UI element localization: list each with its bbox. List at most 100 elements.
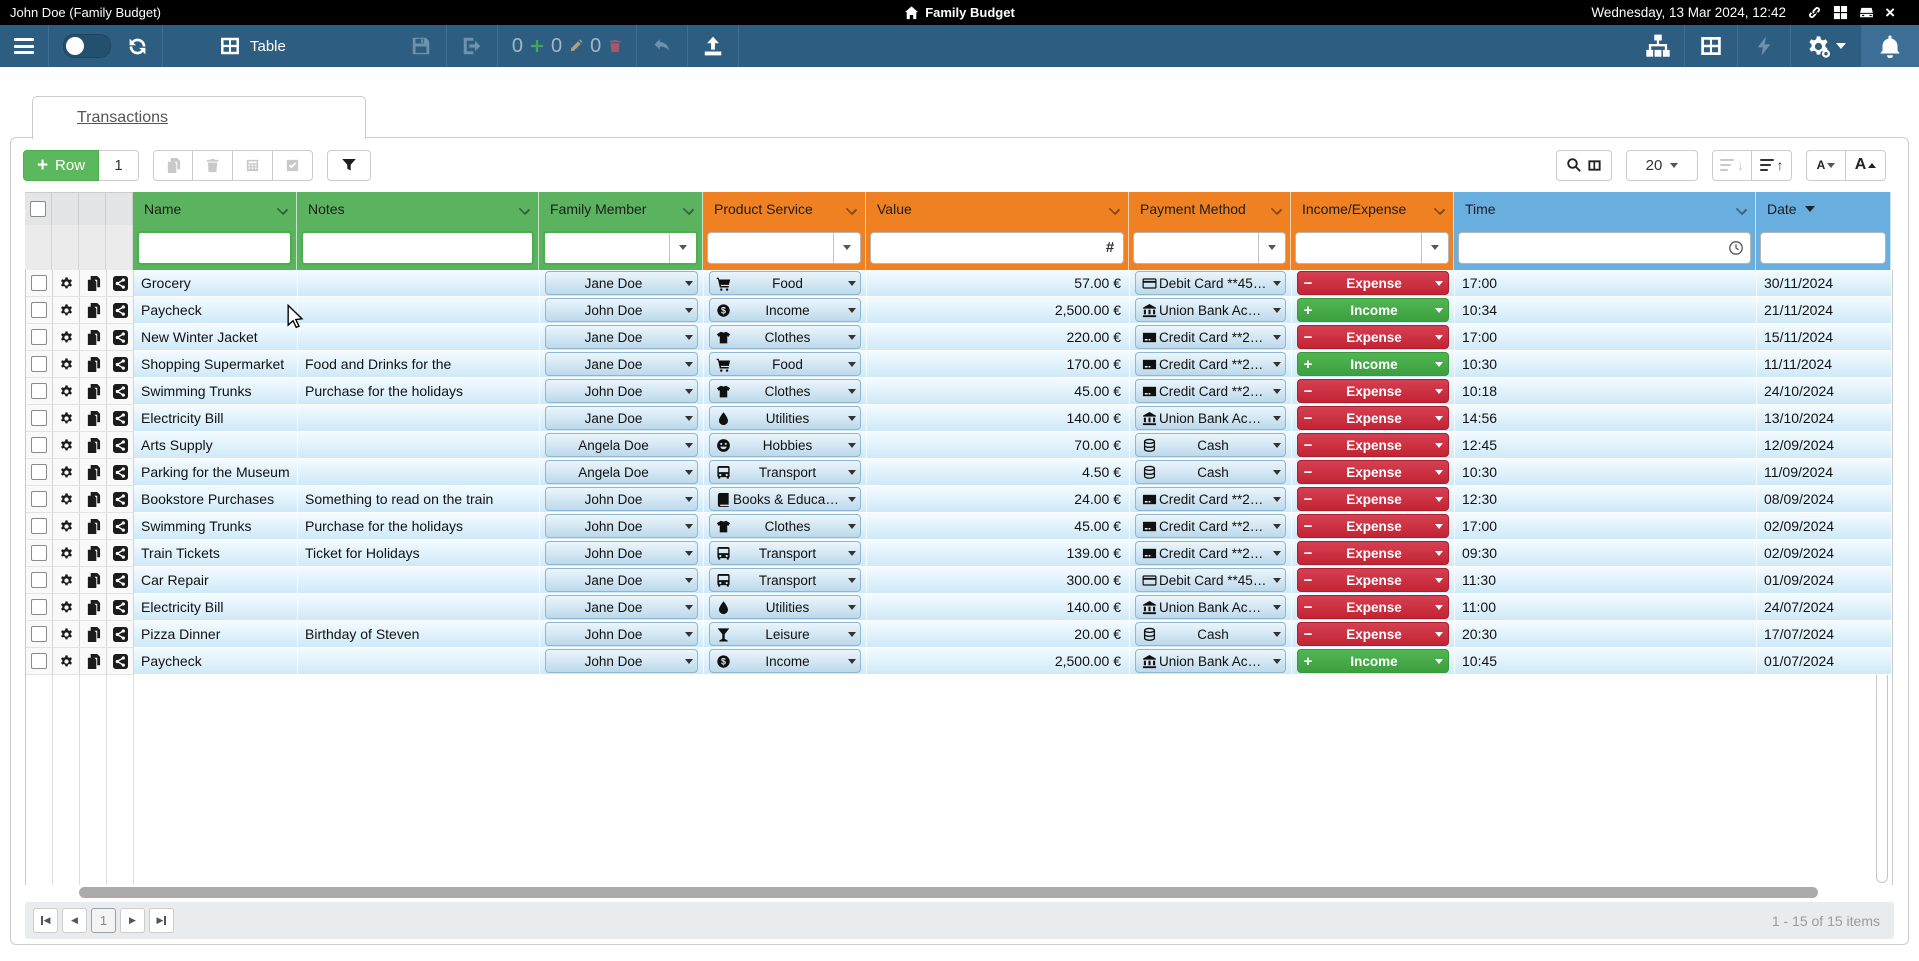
row-action-cell[interactable] [80,270,107,297]
row-action-cell[interactable] [80,486,107,513]
cell-payment-method[interactable]: Credit Card **2099 [1130,378,1292,405]
row-gear-icon[interactable] [59,573,74,588]
row-action-cell[interactable] [26,567,53,594]
cell-product-service-dropdown[interactable]: Transport [709,460,861,484]
cell-name[interactable]: Grocery [134,270,298,297]
cell-time[interactable]: 10:34 [1455,297,1757,324]
cell-income-expense[interactable]: −Expense [1292,567,1455,594]
cell-payment-method-dropdown[interactable]: Credit Card **2099 [1135,514,1286,538]
cell-value[interactable]: 24.00 € [867,486,1130,513]
row-share-icon[interactable] [113,465,128,480]
filter-button[interactable] [327,150,371,181]
cell-payment-method[interactable]: Cash [1130,621,1292,648]
cell-product-service[interactable]: Clothes [704,324,867,351]
row-checkbox[interactable] [31,437,47,453]
row-copy-icon[interactable] [86,276,101,291]
row-action-cell[interactable] [80,621,107,648]
row-copy-icon[interactable] [86,573,101,588]
cell-income-expense[interactable]: −Expense [1292,486,1455,513]
row-action-cell[interactable] [80,324,107,351]
cell-time[interactable]: 17:00 [1455,324,1757,351]
current-page-button[interactable]: 1 [91,908,116,933]
row-share-icon[interactable] [113,357,128,372]
horizontal-scrollbar-thumb[interactable] [79,887,1818,898]
cell-notes[interactable]: Purchase for the holidays [298,378,540,405]
row-checkbox[interactable] [31,356,47,372]
cell-income-expense[interactable]: −Expense [1292,621,1455,648]
cell-income-expense[interactable]: −Expense [1292,324,1455,351]
row-action-cell[interactable] [107,378,134,405]
row-action-cell[interactable] [26,378,53,405]
row-action-cell[interactable] [80,405,107,432]
row-gear-icon[interactable] [59,303,74,318]
row-share-icon[interactable] [113,519,128,534]
cell-date[interactable]: 21/11/2024 [1757,297,1892,324]
row-share-icon[interactable] [113,573,128,588]
cell-product-service-dropdown[interactable]: Transport [709,568,861,592]
cell-date[interactable]: 11/09/2024 [1757,459,1892,486]
row-action-cell[interactable] [80,432,107,459]
horizontal-scrollbar[interactable] [25,885,1894,900]
cell-name[interactable]: Electricity Bill [134,594,298,621]
cell-family-member-dropdown[interactable]: John Doe [545,298,698,322]
cell-family-member-dropdown[interactable]: John Doe [545,514,698,538]
cell-value[interactable]: 170.00 € [867,351,1130,378]
row-action-cell[interactable] [107,432,134,459]
cell-time[interactable]: 11:30 [1455,567,1757,594]
apps-grid-icon[interactable] [1833,5,1848,20]
column-header-family-member[interactable]: Family Member [539,192,703,225]
income-expense-dropdown[interactable]: −Expense [1297,271,1449,295]
filter-dropdown-button[interactable] [669,233,696,263]
row-share-icon[interactable] [113,546,128,561]
cell-family-member-dropdown[interactable]: Jane Doe [545,325,698,349]
row-action-cell[interactable] [26,297,53,324]
filter-input-family-member[interactable] [545,233,669,263]
cell-date[interactable]: 01/07/2024 [1757,648,1892,675]
cell-family-member[interactable]: Jane Doe [540,351,704,378]
cell-family-member-dropdown[interactable]: John Doe [545,622,698,646]
row-action-cell[interactable] [53,513,80,540]
cell-income-expense[interactable]: −Expense [1292,432,1455,459]
row-copy-icon[interactable] [86,438,101,453]
row-count-button[interactable]: 1 [99,150,139,181]
delete-rows-button[interactable] [193,150,233,181]
cell-payment-method[interactable]: Debit Card **4566 [1130,270,1292,297]
income-expense-dropdown[interactable]: +Income [1297,352,1449,376]
row-action-cell[interactable] [53,432,80,459]
cell-payment-method[interactable]: Credit Card **2099 [1130,513,1292,540]
cell-payment-method-dropdown[interactable]: Credit Card **2099 [1135,487,1286,511]
cell-date[interactable]: 24/07/2024 [1757,594,1892,621]
page-size-select[interactable]: 20 [1626,150,1698,181]
row-copy-icon[interactable] [86,411,101,426]
first-page-button[interactable]: ◀ [33,908,58,933]
row-share-icon[interactable] [113,330,128,345]
row-gear-icon[interactable] [59,519,74,534]
cell-name[interactable]: Shopping Supermarket [134,351,298,378]
row-copy-icon[interactable] [86,627,101,642]
cell-family-member[interactable]: Jane Doe [540,567,704,594]
row-action-cell[interactable] [26,621,53,648]
row-share-icon[interactable] [113,600,128,615]
row-checkbox[interactable] [31,545,47,561]
cell-product-service[interactable]: $Income [704,648,867,675]
filter-dropdown-button[interactable] [1258,233,1285,263]
column-header-product-service[interactable]: Product Service [703,192,866,225]
settings-menu-button[interactable] [1791,25,1861,67]
row-action-cell[interactable] [80,378,107,405]
cell-name[interactable]: Pizza Dinner [134,621,298,648]
cell-value[interactable]: 57.00 € [867,270,1130,297]
filter-dropdown-button[interactable] [833,233,860,263]
font-larger-button[interactable]: A [1846,150,1886,181]
row-action-cell[interactable] [26,486,53,513]
cell-time[interactable]: 14:56 [1455,405,1757,432]
cell-product-service[interactable]: Transport [704,540,867,567]
cell-payment-method[interactable]: Credit Card **2099 [1130,324,1292,351]
row-action-cell[interactable] [107,540,134,567]
cell-family-member-dropdown[interactable]: Angela Doe [545,460,698,484]
column-header-time[interactable]: Time [1454,192,1756,225]
cell-family-member-dropdown[interactable]: Jane Doe [545,568,698,592]
undo-button[interactable] [637,25,687,67]
cell-payment-method[interactable]: Union Bank Accoun... [1130,594,1292,621]
row-action-cell[interactable] [107,594,134,621]
row-action-cell[interactable] [53,405,80,432]
